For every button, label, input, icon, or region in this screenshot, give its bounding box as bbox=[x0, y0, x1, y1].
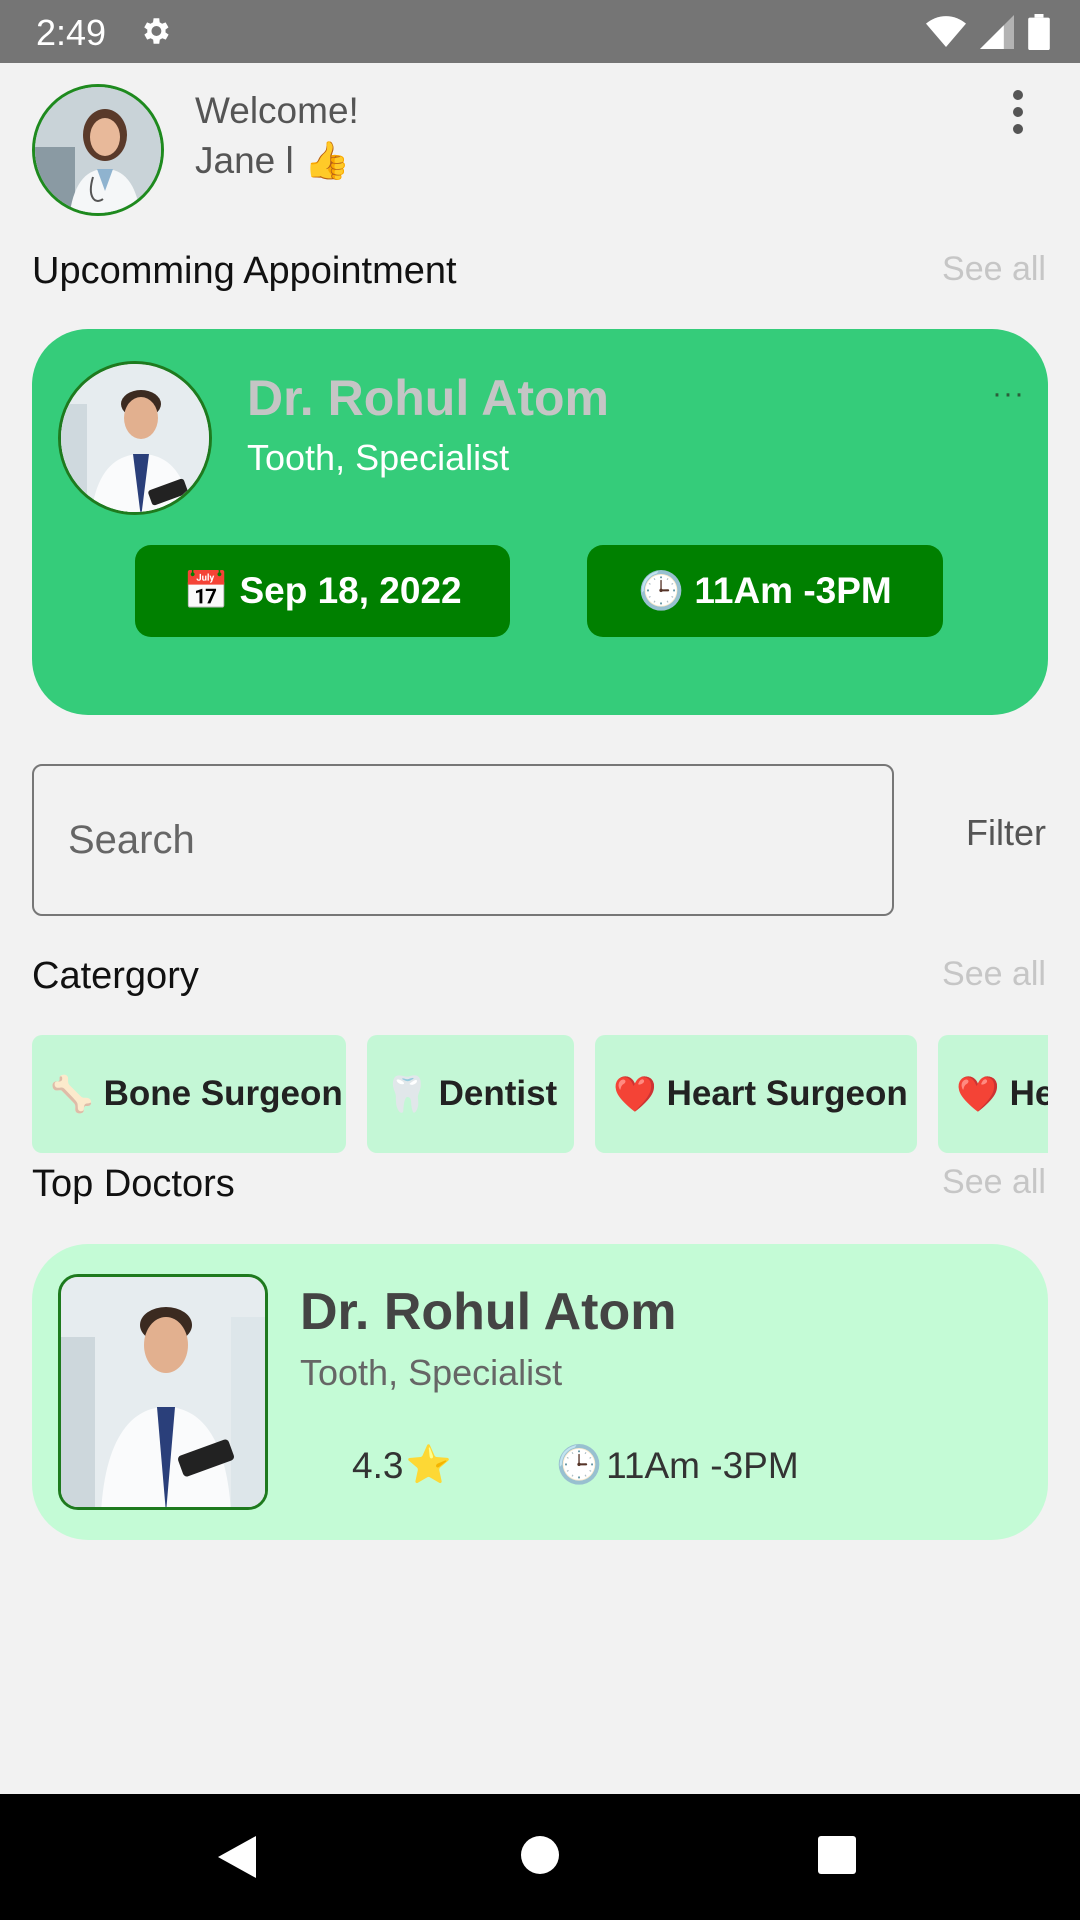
doctor-specialty: Tooth, Specialist bbox=[300, 1352, 563, 1393]
bone-icon: 🦴 bbox=[50, 1074, 94, 1114]
thumbs-up-icon: 👍 bbox=[304, 140, 351, 181]
home-icon[interactable] bbox=[519, 1834, 561, 1876]
calendar-icon: 📅 bbox=[183, 569, 230, 611]
signal-icon bbox=[980, 15, 1014, 49]
appointment-see-all-link[interactable]: See all bbox=[942, 250, 1046, 289]
user-name: Jane l 👍 bbox=[195, 140, 350, 183]
user-name-text: Jane l bbox=[195, 140, 294, 181]
appointment-doctor-specialty: Tooth, Specialist bbox=[247, 437, 510, 478]
heart-icon: ❤️ bbox=[956, 1074, 1000, 1114]
appointment-time-button[interactable]: 🕒 11Am -3PM bbox=[587, 545, 943, 637]
doctor-hours: 🕒 11Am -3PM bbox=[556, 1444, 799, 1487]
top-doctors-see-all-link[interactable]: See all bbox=[942, 1163, 1046, 1202]
search-input[interactable] bbox=[34, 766, 892, 914]
doctor-name: Dr. Rohul Atom bbox=[300, 1283, 677, 1341]
gear-icon bbox=[144, 18, 169, 44]
category-chip-bone-surgeon[interactable]: 🦴 Bone Surgeon bbox=[32, 1035, 346, 1153]
clock-icon: 🕒 bbox=[556, 1444, 603, 1485]
appointment-doctor-name: Dr. Rohul Atom bbox=[247, 370, 610, 426]
appointment-doctor-avatar bbox=[58, 361, 212, 515]
category-see-all-link[interactable]: See all bbox=[942, 955, 1046, 994]
welcome-text: Welcome! bbox=[195, 90, 359, 131]
user-avatar[interactable] bbox=[32, 84, 164, 216]
category-chip-heart-surgeon-2[interactable]: ❤️ Heart Surgeon bbox=[938, 1035, 1048, 1153]
category-list[interactable]: 🦴 Bone Surgeon 🦷 Dentist ❤️ Heart Surgeo… bbox=[32, 1035, 1048, 1155]
heart-icon: ❤️ bbox=[613, 1074, 657, 1114]
category-chip-heart-surgeon[interactable]: ❤️ Heart Surgeon bbox=[595, 1035, 917, 1153]
status-time: 2:49 bbox=[36, 12, 107, 53]
category-chip-label: Dentist bbox=[438, 1074, 558, 1113]
doctor-avatar-image bbox=[61, 364, 209, 512]
doctor-photo bbox=[58, 1274, 268, 1510]
status-bar: 2:49 bbox=[0, 0, 1080, 63]
category-chip-dentist[interactable]: 🦷 Dentist bbox=[367, 1035, 574, 1153]
wifi-icon bbox=[926, 16, 966, 47]
category-chip-label: Bone Surgeon bbox=[103, 1074, 343, 1113]
doctor-card[interactable]: Dr. Rohul Atom Tooth, Specialist 4.3 ⭐ 🕒… bbox=[32, 1244, 1048, 1540]
more-vert-icon[interactable] bbox=[1006, 88, 1030, 136]
tooth-icon: 🦷 bbox=[385, 1074, 429, 1114]
category-section-title: Catergory bbox=[32, 955, 199, 997]
clock-icon: 🕒 bbox=[638, 569, 685, 611]
doctor-rating-value: 4.3 bbox=[352, 1444, 404, 1486]
category-chip-label: Heart Surgeon bbox=[1009, 1074, 1048, 1113]
appointment-section-title: Upcomming Appointment bbox=[32, 250, 457, 292]
battery-icon bbox=[1028, 14, 1050, 50]
recents-icon[interactable] bbox=[816, 1834, 858, 1876]
navigation-bar bbox=[0, 1794, 1080, 1920]
filter-button[interactable]: Filter bbox=[966, 812, 1046, 854]
doctor-photo-image bbox=[61, 1277, 265, 1507]
appointment-date-button[interactable]: 📅 Sep 18, 2022 bbox=[135, 545, 510, 637]
appointment-more-icon[interactable]: ··· bbox=[992, 377, 1025, 411]
top-doctors-section-title: Top Doctors bbox=[32, 1163, 235, 1205]
doctor-hours-value: 11Am -3PM bbox=[606, 1444, 799, 1486]
user-avatar-image bbox=[35, 87, 161, 213]
star-icon: ⭐ bbox=[405, 1444, 452, 1485]
back-icon[interactable] bbox=[216, 1834, 258, 1880]
search-field[interactable] bbox=[32, 764, 894, 916]
appointment-card[interactable]: Dr. Rohul Atom Tooth, Specialist ··· 📅 S… bbox=[32, 329, 1048, 715]
appointment-time: 11Am -3PM bbox=[694, 570, 892, 611]
doctor-rating: 4.3 ⭐ bbox=[352, 1444, 452, 1487]
category-chip-label: Heart Surgeon bbox=[666, 1074, 908, 1113]
appointment-date: Sep 18, 2022 bbox=[239, 570, 462, 611]
status-icons bbox=[926, 14, 1050, 50]
